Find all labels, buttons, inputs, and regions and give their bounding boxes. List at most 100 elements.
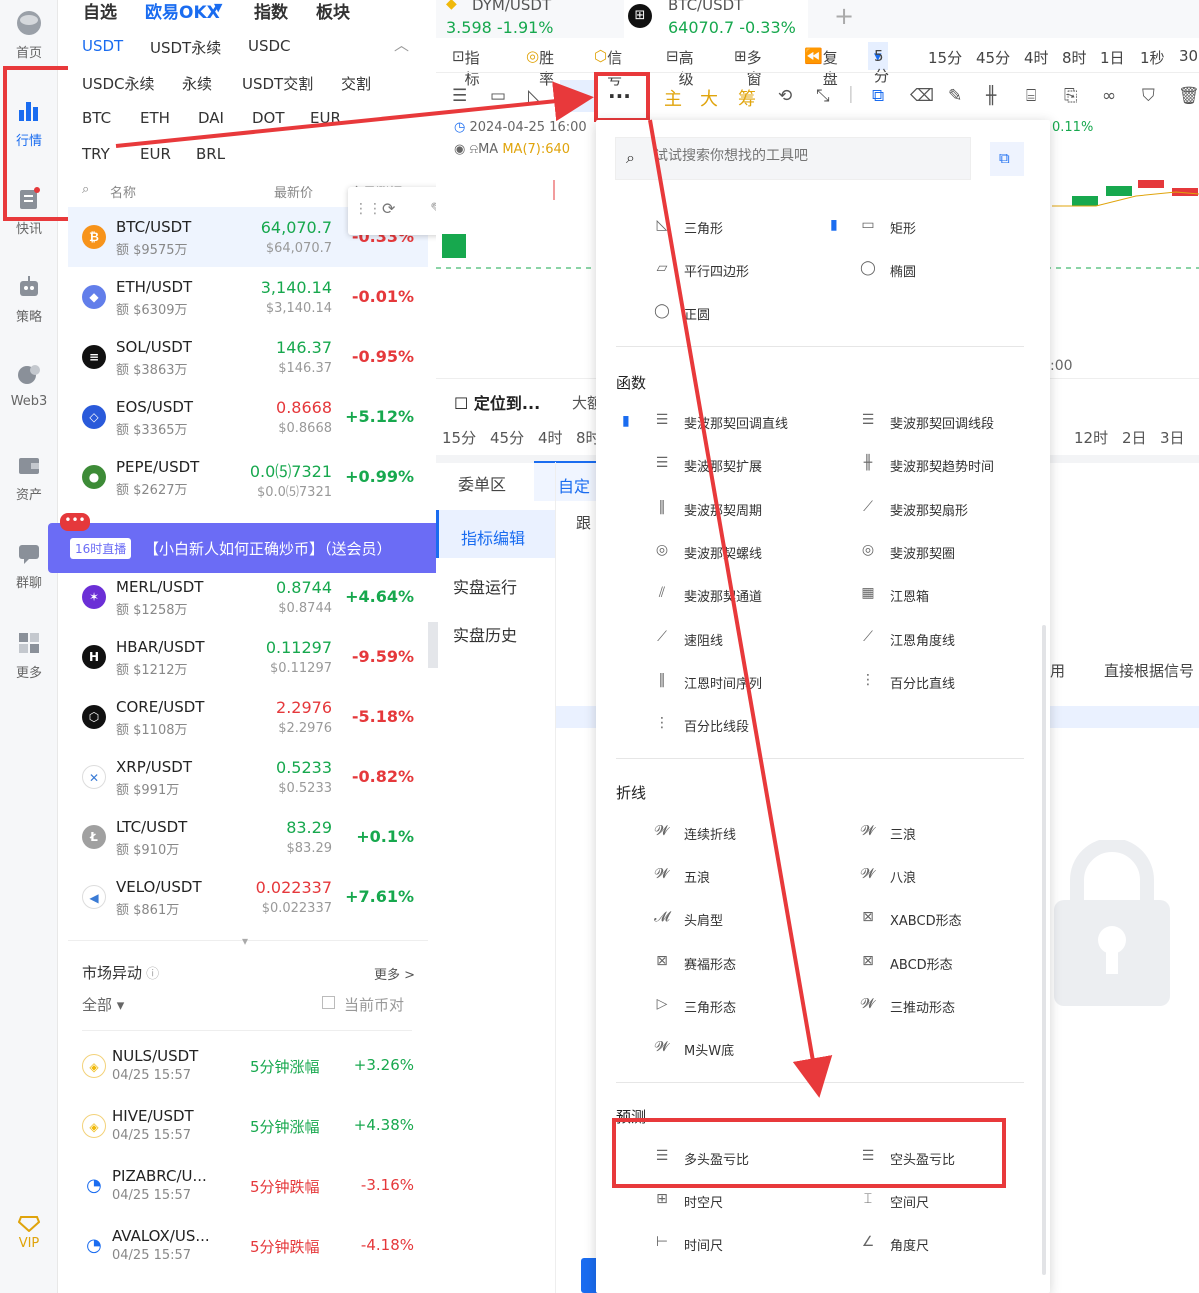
coin-row[interactable]: ✕ XRP/USDT 额 $991万 0.5233 $0.5233 -0.82%	[68, 747, 428, 807]
indicator-button[interactable]: ⊡ 指标	[452, 47, 480, 88]
fib-tool-icon[interactable]: ≡	[568, 86, 582, 106]
search-box[interactable]: ⌕	[615, 137, 971, 180]
anomaly-row[interactable]: ◔ PIZABRC/U... 04/25 15:57 5分钟跌幅 -3.16%	[68, 1156, 428, 1216]
tool-item[interactable]: ◎ 斐波那契圈	[858, 542, 1048, 563]
tab-custom[interactable]: 自定	[534, 461, 604, 501]
quote-usdt-perp[interactable]: USDT永续	[150, 37, 221, 58]
coin-row[interactable]: ⬡ CORE/USDT 额 $1108万 2.2976 $2.2976 -5.1…	[68, 687, 428, 747]
interval-15m[interactable]: 15分	[928, 47, 962, 68]
sub-tab[interactable]: USDT交割	[242, 73, 313, 94]
tool-item[interactable]: ☰ 斐波那契回调线段	[858, 412, 1048, 433]
tool-item[interactable]: ╫ 斐波那契趋势时间	[858, 455, 1048, 476]
replay-button[interactable]: ⏪ 复盘	[804, 47, 838, 88]
tab-favorites[interactable]: 自选	[83, 0, 117, 23]
sub-tab[interactable]: TRY	[82, 145, 110, 163]
tool-item[interactable]: 𝓦 五浪	[652, 866, 842, 887]
tool-item[interactable]: ⊠ 赛福形态	[652, 953, 842, 974]
nav-assets[interactable]: 资产	[0, 452, 58, 503]
bookmark-icon[interactable]: ▮	[622, 413, 630, 429]
period-45[interactable]: 45分	[490, 427, 524, 448]
tool-item[interactable]: ▭ 矩形	[858, 217, 1048, 238]
nav-news[interactable]: 快讯	[0, 186, 58, 237]
tool-item[interactable]: ◯ 椭圆	[858, 260, 1048, 281]
trash-small-icon[interactable]: ⌸	[1026, 86, 1036, 106]
tool-item[interactable]: ⋮ 百分比线段	[652, 715, 842, 736]
chevron-up-icon[interactable]: ︿	[394, 34, 409, 55]
col-price[interactable]: 最新价	[274, 182, 313, 201]
tool-item[interactable]: ⊞ 时空尺	[652, 1191, 842, 1212]
multiwindow-button[interactable]: ⊞ 多窗	[734, 47, 762, 88]
chips-button[interactable]: 筹	[738, 85, 756, 111]
menu-indicator-edit[interactable]: 指标编辑	[436, 510, 556, 558]
nav-market[interactable]: 行情	[0, 98, 58, 149]
menu-live-run[interactable]: 实盘运行	[453, 574, 517, 598]
tab-index[interactable]: 指数	[254, 0, 288, 23]
live-text[interactable]: 【小白新人如何正确炒币】（送会员）	[144, 538, 392, 559]
pin-button[interactable]: ⧉	[990, 142, 1024, 176]
anomaly-filter[interactable]: 全部 ▾	[82, 994, 124, 1015]
anomaly-more-link[interactable]: 更多 >	[374, 964, 415, 983]
collapse-handle-icon[interactable]: ▾	[242, 934, 248, 948]
tool-item[interactable]: ⊢ 时间尺	[652, 1234, 842, 1255]
sync-icon[interactable]: ⟲	[778, 86, 792, 106]
tool-item[interactable]: ⟋ 江恩角度线	[858, 629, 1048, 650]
scrollbar[interactable]	[1042, 625, 1046, 1275]
coin-row[interactable]: ◇ EOS/USDT 额 $3365万 0.8668 $0.8668 +5.12…	[68, 387, 428, 447]
tool-item[interactable]: 𝓦 八浪	[858, 866, 1048, 887]
live-banner[interactable]: ••• 16时直播 【小白新人如何正确炒币】（送会员） ✕	[48, 513, 464, 573]
tab-dym-name[interactable]: DYM/USDT	[472, 0, 551, 14]
tool-item[interactable]: ☰ 斐波那契回调直线	[652, 412, 842, 433]
col-name[interactable]: 名称	[110, 182, 136, 201]
coin-row[interactable]: ◀ VELO/USDT 额 $861万 0.022337 $0.022337 +…	[68, 867, 428, 927]
edit-list-icon[interactable]: ⎘	[1064, 86, 1078, 106]
copy-icon[interactable]: ⧉	[872, 86, 884, 106]
delete-icon[interactable]: 🗑	[1178, 86, 1199, 106]
period-12h[interactable]: 12时	[1074, 427, 1108, 448]
more-tools-icon[interactable]: ···	[608, 84, 631, 108]
tool-item[interactable]: ⌶ 空间尺	[858, 1191, 1048, 1212]
angle-icon[interactable]: ◺	[528, 86, 541, 106]
sub-tab[interactable]: BRL	[196, 145, 225, 163]
search-icon[interactable]: ⌕	[82, 182, 89, 197]
winrate-button[interactable]: ◎ 胜率	[526, 47, 554, 88]
sub-tab[interactable]: EUR	[310, 109, 341, 127]
nav-more[interactable]: 更多	[0, 630, 58, 681]
menu-live-history[interactable]: 实盘历史	[453, 622, 517, 646]
measure-icon[interactable]: ⤡	[816, 86, 830, 106]
interval-30[interactable]: 30	[1179, 47, 1198, 65]
tool-item[interactable]: ☰ 斐波那契扩展	[652, 455, 842, 476]
search-input[interactable]	[654, 148, 954, 164]
tool-item[interactable]: 𝓦 M头W底	[652, 1039, 842, 1060]
rotate-icon[interactable]: ⟳	[382, 199, 395, 218]
tool-item[interactable]: ⊠ ABCD形态	[858, 953, 1048, 974]
tool-item[interactable]: ⋮ 百分比直线	[858, 672, 1048, 693]
drag-handle-icon[interactable]: ⋮⋮	[354, 201, 382, 217]
coin-row[interactable]: ● PEPE/USDT 额 $2627万 0.0⑸7321 $0.0⑸7321 …	[68, 447, 428, 507]
tool-item[interactable]: ◎ 斐波那契螺线	[652, 542, 842, 563]
interval-5m[interactable]: 5分 ▾	[868, 42, 889, 85]
tool-item[interactable]: ▷ 三角形态	[652, 996, 842, 1017]
sub-tab[interactable]: DAI	[198, 109, 224, 127]
anomaly-row[interactable]: ◔ AVALOX/US... 04/25 15:57 5分钟跌幅 -4.18%	[68, 1216, 428, 1276]
interval-4h[interactable]: 4时	[1024, 47, 1049, 68]
coin-row[interactable]: ◆ ETH/USDT 额 $6309万 3,140.14 $3,140.14 -…	[68, 267, 428, 327]
sub-tab[interactable]: ETH	[140, 109, 170, 127]
tool-item[interactable]: ☰ 空头盈亏比	[858, 1148, 1048, 1169]
sub-tab[interactable]: EUR	[140, 145, 171, 163]
interval-1s[interactable]: 1秒	[1140, 47, 1165, 68]
chevron-down-icon[interactable]: ▼	[214, 1, 222, 14]
locate-button[interactable]: ☐ 定位到...	[454, 390, 540, 414]
tool-item[interactable]: ‖ 江恩时间序列	[652, 672, 842, 693]
period-4h[interactable]: 4时	[538, 427, 563, 448]
anomaly-row[interactable]: ◈ HIVE/USDT 04/25 15:57 5分钟涨幅 +4.38%	[68, 1096, 428, 1156]
sub-tab[interactable]: BTC	[82, 109, 111, 127]
tab-btc-active[interactable]: ⊞ BTC/USDT 64070.7 -0.33%	[624, 0, 808, 38]
interval-45m[interactable]: 45分	[976, 47, 1010, 68]
tool-item[interactable]: ◺ 三角形	[652, 217, 842, 238]
tool-item[interactable]: ▱ 平行四边形	[652, 260, 842, 281]
big-order-button[interactable]: 大	[700, 85, 718, 111]
current-pair-checkbox[interactable]	[322, 996, 335, 1009]
menu-lines-icon[interactable]: ☰	[452, 86, 467, 106]
tool-item[interactable]: ∠ 角度尺	[858, 1234, 1048, 1255]
nav-strategy[interactable]: 策略	[0, 274, 58, 325]
